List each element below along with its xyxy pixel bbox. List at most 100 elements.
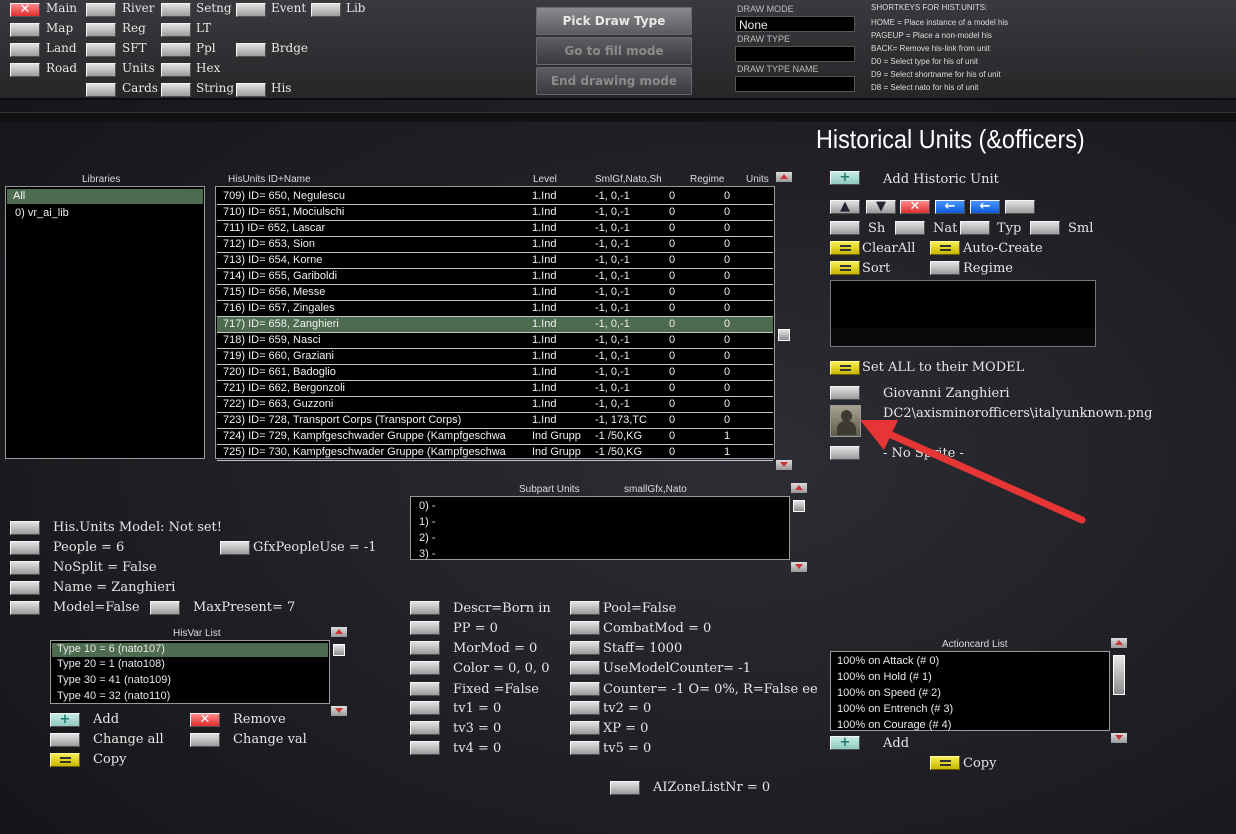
actioncard-row[interactable]: 100% on Hold (# 1) (837, 671, 932, 687)
nosplit-button[interactable] (10, 561, 40, 575)
regime-button[interactable] (930, 261, 960, 275)
pp-button[interactable] (410, 621, 440, 635)
gfx-people-use-button[interactable] (220, 541, 250, 555)
table-row[interactable]: 722) ID= 663, Guzzoni 1.Ind -1, 0,-1 0 0 (217, 397, 773, 413)
hisunits-scroll-thumb[interactable] (778, 329, 790, 341)
his-button[interactable] (236, 83, 266, 97)
lt-button[interactable] (161, 23, 191, 37)
add-historic-unit-button[interactable]: + (830, 171, 860, 185)
descr-button[interactable] (410, 601, 440, 615)
tv5-button[interactable] (570, 741, 600, 755)
blank-button[interactable] (1005, 200, 1035, 214)
actioncard-row[interactable]: 100% on Entrench (# 3) (837, 703, 953, 719)
table-row[interactable]: 714) ID= 655, Gariboldi 1.Ind -1, 0,-1 0 0 (217, 269, 773, 285)
actioncard-row[interactable]: 100% on Attack (# 0) (837, 655, 939, 671)
libraries-list[interactable]: All 0) vr_ai_lib (5, 186, 205, 459)
subpart-row[interactable]: 3) - (419, 548, 436, 560)
pool-button[interactable] (570, 601, 600, 615)
model-button[interactable] (10, 521, 40, 535)
staff-button[interactable] (570, 641, 600, 655)
typ-button[interactable] (960, 221, 990, 235)
set-all-model-button[interactable] (830, 361, 860, 375)
actioncard-row[interactable]: 100% on Courage (# 4) (837, 719, 951, 731)
actioncard-row[interactable]: 100% on Speed (# 2) (837, 687, 941, 703)
hisvar-scroll-down[interactable] (331, 706, 347, 716)
xp-button[interactable] (570, 721, 600, 735)
people-button[interactable] (10, 541, 40, 555)
combatmod-button[interactable] (570, 621, 600, 635)
draw-type-name-field[interactable] (735, 76, 855, 92)
hisunits-scroll-up[interactable] (776, 172, 792, 182)
table-row[interactable]: 713) ID= 654, Korne 1.Ind -1, 0,-1 0 0 (217, 253, 773, 269)
tv4-button[interactable] (410, 741, 440, 755)
cards-button[interactable] (86, 83, 116, 97)
draw-mode-field[interactable]: None (735, 16, 855, 32)
hisvar-row-selected[interactable]: Type 10 = 6 (nato107) (52, 643, 328, 657)
hisvar-list[interactable]: Type 10 = 6 (nato107) Type 20 = 1 (nato1… (50, 640, 330, 704)
fixed-button[interactable] (410, 682, 440, 696)
goto-fill-mode-button[interactable]: Go to fill mode (536, 37, 692, 65)
table-row[interactable]: 720) ID= 661, Badoglio 1.Ind -1, 0,-1 0 0 (217, 365, 773, 381)
auto-create-button[interactable] (930, 241, 960, 255)
table-row[interactable]: 719) ID= 660, Graziani 1.Ind -1, 0,-1 0 0 (217, 349, 773, 365)
hisvar-add-button[interactable]: + (50, 713, 80, 727)
nat-button[interactable] (895, 221, 925, 235)
tv3-button[interactable] (410, 721, 440, 735)
move-up-button[interactable]: ▲ (830, 200, 860, 214)
table-row[interactable]: 716) ID= 657, Zingales 1.Ind -1, 0,-1 0 0 (217, 301, 773, 317)
table-row[interactable]: 711) ID= 652, Lascar 1.Ind -1, 0,-1 0 0 (217, 221, 773, 237)
subpart-row[interactable]: 2) - (419, 532, 436, 548)
hisvar-copy-button[interactable] (50, 753, 80, 767)
hisvar-remove-button[interactable]: ✕ (190, 713, 220, 727)
subpart-row[interactable]: 1) - (419, 516, 436, 532)
hisvar-row[interactable]: Type 40 = 32 (nato110) (57, 690, 170, 703)
library-item[interactable]: 0) vr_ai_lib (7, 205, 203, 220)
tv2-button[interactable] (570, 701, 600, 715)
actioncard-list[interactable]: 100% on Attack (# 0) 100% on Hold (# 1) … (830, 651, 1110, 731)
hisvar-scroll-thumb[interactable] (333, 644, 345, 656)
max-present-button[interactable] (150, 601, 180, 615)
sml-button[interactable] (1030, 221, 1060, 235)
back-button[interactable]: ← (935, 200, 965, 214)
counter-button[interactable] (570, 682, 600, 696)
subpart-scroll-up[interactable] (791, 483, 807, 493)
color-button[interactable] (410, 661, 440, 675)
hisvar-row[interactable]: Type 20 = 1 (nato108) (57, 658, 165, 674)
change-val-button[interactable] (190, 733, 220, 747)
subpart-scroll-down[interactable] (791, 562, 807, 572)
delete-button[interactable]: ✕ (900, 200, 930, 214)
land-button[interactable] (10, 43, 40, 57)
lib-button[interactable] (311, 3, 341, 17)
setng-button[interactable] (161, 3, 191, 17)
ai-zone-button[interactable] (610, 781, 640, 795)
event-button[interactable] (236, 3, 266, 17)
table-row[interactable]: 715) ID= 656, Messe 1.Ind -1, 0,-1 0 0 (217, 285, 773, 301)
road-button[interactable] (10, 63, 40, 77)
table-row[interactable]: 723) ID= 728, Transport Corps (Transport… (217, 413, 773, 429)
table-row[interactable]: 724) ID= 729, Kampfgeschwader Gruppe (Ka… (217, 429, 773, 445)
subpart-row[interactable]: 0) - (419, 500, 436, 516)
sh-button[interactable] (830, 221, 860, 235)
sft-button[interactable] (86, 43, 116, 57)
use-model-counter-button[interactable] (570, 661, 600, 675)
hisunits-table[interactable]: 709) ID= 650, Negulescu 1.Ind -1, 0,-1 0 0 71… (215, 186, 775, 461)
officer-name-button[interactable] (830, 386, 860, 400)
subpart-scroll-thumb[interactable] (793, 500, 805, 512)
brdge-button[interactable] (236, 43, 266, 57)
string-button[interactable] (161, 83, 191, 97)
actioncard-scroll-up[interactable] (1111, 638, 1127, 648)
change-all-button[interactable] (50, 733, 80, 747)
table-row[interactable]: 717) ID= 658, Zanghieri 1.Ind -1, 0,-1 0 0 (217, 317, 773, 333)
main-button[interactable]: ✕ (10, 3, 40, 17)
model-false-button[interactable] (10, 601, 40, 615)
river-button[interactable] (86, 3, 116, 17)
table-row[interactable]: 718) ID= 659, Nasci 1.Ind -1, 0,-1 0 0 (217, 333, 773, 349)
subpart-list[interactable]: 0) - 1) - 2) - 3) - (410, 496, 790, 560)
tv1-button[interactable] (410, 701, 440, 715)
sort-button[interactable] (830, 261, 860, 275)
hex-button[interactable] (161, 63, 191, 77)
reg-button[interactable] (86, 23, 116, 37)
regime-list[interactable] (830, 280, 1096, 347)
ppl-button[interactable] (161, 43, 191, 57)
actioncard-scroll-down[interactable] (1111, 733, 1127, 743)
